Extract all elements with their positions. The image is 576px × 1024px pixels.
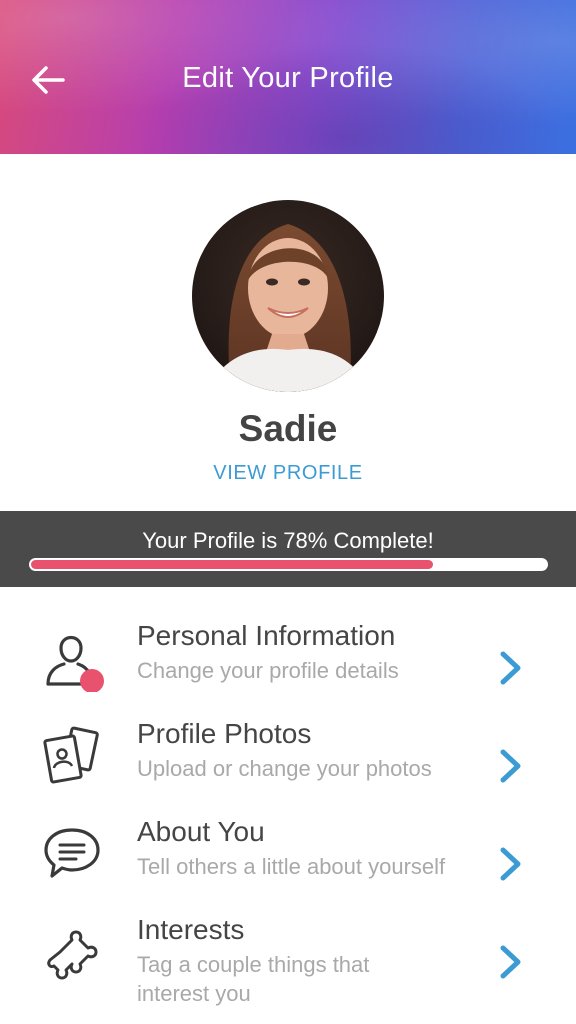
chevron-right-icon [500,847,521,881]
menu-item-title: About You [137,816,265,847]
alert-dot-icon [80,669,104,692]
menu-item-subtitle: Tell others a little about yourself [137,854,446,879]
menu-item-title: Profile Photos [137,718,312,749]
chevron-right-icon [500,945,521,979]
menu-item-subtitle: Tag a couple things that interest you [137,952,370,1006]
menu-item-interests[interactable]: Interests Tag a couple things that inter… [0,914,576,1010]
menu-item-profile-photos[interactable]: Profile Photos Upload or change your pho… [0,718,576,814]
menu-item-subtitle: Change your profile details [137,658,399,683]
user-name: Sadie [238,408,338,449]
person-icon [46,635,104,692]
puzzle-icon [47,930,98,980]
menu-item-personal-information[interactable]: Personal Information Change your profile… [0,620,576,716]
header-bar: Edit Your Profile [0,0,576,154]
menu-item-subtitle: Upload or change your photos [137,756,432,781]
avatar[interactable] [192,200,384,392]
chat-bubble-icon [44,828,100,878]
chevron-right-icon [500,651,521,685]
view-profile-link[interactable]: VIEW PROFILE [0,462,576,485]
progress-bar [29,558,548,571]
page-title: Edit Your Profile [182,62,394,94]
profile-progress-band: Your Profile is 78% Complete! [0,511,576,587]
chevron-right-icon [500,749,521,783]
progress-text: Your Profile is 78% Complete! [142,528,434,553]
menu-item-title: Interests [137,914,245,945]
menu-item-title: Personal Information [137,620,396,651]
photos-icon [43,726,99,784]
progress-bar-fill [31,560,433,569]
menu-item-about-you[interactable]: About You Tell others a little about you… [0,816,576,912]
